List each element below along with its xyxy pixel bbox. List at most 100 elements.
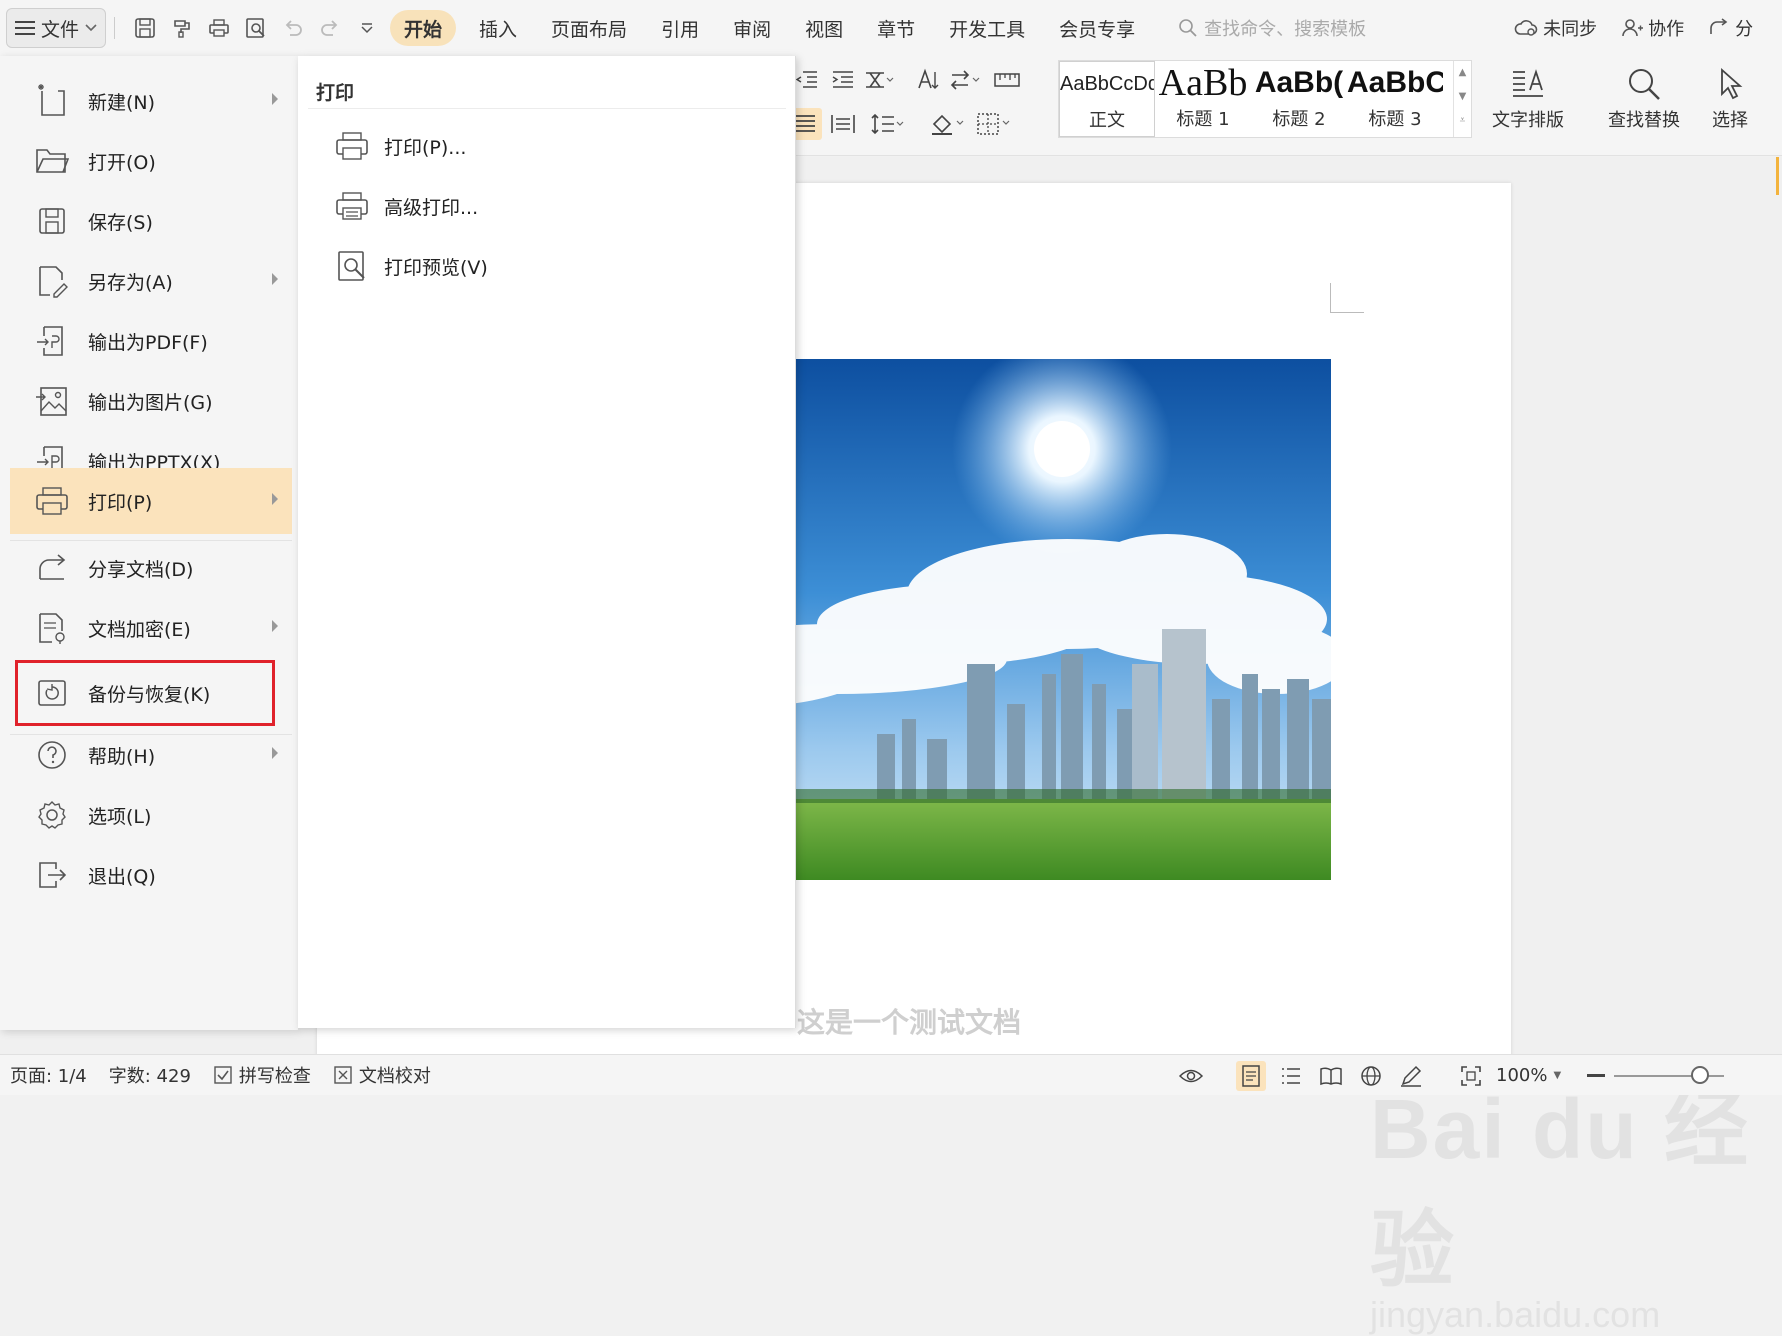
style-heading-2[interactable]: AaBb( 标题 2 (1251, 61, 1347, 137)
tab-home[interactable]: 开始 (390, 10, 457, 46)
line-spacing-icon[interactable] (870, 108, 904, 140)
print-item-preview[interactable]: 打印预览(V) (334, 242, 488, 290)
find-replace-label: 查找替换 (1608, 110, 1680, 131)
text-layout-button[interactable]: 文字排版 (1492, 62, 1564, 132)
share-label: 分 (1735, 19, 1754, 40)
menu-item-print[interactable]: 打印(P) (10, 468, 292, 534)
watermark: Bai du 经验 jingyan.baidu.com (1370, 1062, 1782, 1336)
menu-item-label: 输出为PDF(F) (88, 331, 208, 354)
print-quick-icon[interactable] (204, 13, 234, 43)
print-item-label: 高级打印... (384, 196, 479, 219)
style-sample: AaBbC (1347, 66, 1443, 99)
spell-check-button[interactable]: 拼写检查 (213, 1062, 311, 1088)
style-heading-1[interactable]: AaBb 标题 1 (1155, 61, 1251, 137)
menu-item-encrypt[interactable]: 文档加密(E) (10, 595, 292, 661)
menu-item-save-as[interactable]: 另存为(A) (10, 248, 292, 314)
print-preview-icon (334, 248, 370, 284)
file-menu-button[interactable]: 文件 (6, 8, 107, 48)
magnifier-icon (1622, 62, 1666, 106)
tab-chapter[interactable]: 章节 (860, 10, 932, 46)
menu-item-backup-restore[interactable]: 备份与恢复(K) (15, 660, 275, 726)
menu-item-label: 退出(Q) (88, 865, 156, 888)
style-name: 标题 2 (1272, 109, 1326, 130)
tab-member[interactable]: 会员专享 (1042, 10, 1152, 46)
sync-status[interactable]: 未同步 (1514, 15, 1597, 41)
tab-references[interactable]: 引用 (644, 10, 716, 46)
tab-view[interactable]: 视图 (788, 10, 860, 46)
zoom-out-icon[interactable] (1581, 1061, 1611, 1091)
collaborate-button[interactable]: 协作 (1621, 15, 1684, 41)
advanced-print-icon (334, 188, 370, 224)
gallery-scroll[interactable]: ▲ ▼ ⩡ (1453, 61, 1471, 137)
style-normal[interactable]: AaBbCcDd 正文 (1059, 61, 1155, 137)
chinese-layout-icon[interactable] (862, 64, 896, 96)
share-button[interactable]: 分 (1708, 15, 1753, 41)
web-view-icon[interactable] (1356, 1061, 1386, 1091)
style-heading-3[interactable]: AaBbC 标题 3 (1347, 61, 1443, 137)
print-item-print[interactable]: 打印(P)... (334, 122, 466, 170)
save-as-icon (30, 259, 74, 303)
submenu-arrow-icon (272, 620, 278, 632)
eye-protection-icon[interactable] (1176, 1061, 1206, 1091)
search-placeholder: 查找命令、搜索模板 (1204, 19, 1367, 40)
undo-icon[interactable] (278, 13, 308, 43)
customize-toolbar-icon[interactable] (352, 13, 382, 43)
select-button[interactable]: 选择 (1708, 62, 1752, 132)
chevron-down-icon (85, 24, 97, 32)
fit-page-icon[interactable] (1456, 1061, 1486, 1091)
outline-view-icon[interactable] (1276, 1061, 1306, 1091)
spell-check-label: 拼写检查 (238, 1066, 311, 1087)
menu-item-label: 分享文档(D) (88, 558, 194, 581)
printer-icon (334, 128, 370, 164)
save-icon[interactable] (130, 13, 160, 43)
word-count[interactable]: 字数: 429 (109, 1062, 191, 1088)
doc-proof-label: 文档校对 (358, 1066, 431, 1087)
borders-icon[interactable] (976, 108, 1010, 140)
view-controls: 100% ▼ (1176, 1055, 1611, 1096)
zoom-level[interactable]: 100% ▼ (1496, 1065, 1561, 1086)
separator (114, 17, 116, 39)
text-direction-icon[interactable] (948, 64, 982, 96)
user-plus-icon (1621, 18, 1644, 38)
redo-icon[interactable] (315, 13, 345, 43)
print-item-label: 打印(P)... (384, 136, 467, 159)
menu-item-help[interactable]: 帮助(H) (10, 722, 292, 788)
pen-annotate-icon[interactable] (1396, 1061, 1426, 1091)
indent-increase-icon[interactable] (826, 64, 860, 96)
ruler-tab-icon[interactable] (990, 64, 1024, 96)
menu-item-open[interactable]: 打开(O) (10, 128, 292, 194)
chevron-up-icon[interactable]: ▲ (1454, 61, 1471, 85)
page-indicator[interactable]: 页面: 1/4 (10, 1062, 87, 1088)
find-replace-button[interactable]: 查找替换 (1608, 62, 1680, 132)
style-gallery: AaBbCcDd 正文 AaBb 标题 1 AaBb( 标题 2 AaBbC 标… (1058, 60, 1472, 138)
sort-icon[interactable] (910, 64, 944, 96)
reading-view-icon[interactable] (1316, 1061, 1346, 1091)
gallery-expand-icon[interactable]: ⩡ (1454, 109, 1471, 133)
distributed-align-icon[interactable] (826, 108, 860, 140)
tab-developer[interactable]: 开发工具 (932, 10, 1042, 46)
menu-item-new[interactable]: 新建(N) (10, 68, 292, 134)
command-search[interactable]: 查找命令、搜索模板 (1178, 15, 1366, 41)
shading-icon[interactable] (930, 108, 964, 140)
menu-item-export-pdf[interactable]: 输出为PDF(F) (10, 308, 292, 374)
cloud-sync-icon (1514, 18, 1538, 38)
help-icon (30, 733, 74, 777)
format-painter-icon[interactable] (167, 13, 197, 43)
menu-item-export-image[interactable]: 输出为图片(G) (10, 368, 292, 434)
style-sample: AaBbCcDd (1060, 73, 1154, 95)
print-item-label: 打印预览(V) (384, 256, 488, 279)
menu-item-options[interactable]: 选项(L) (10, 782, 292, 848)
tab-insert[interactable]: 插入 (462, 10, 534, 46)
doc-proof-button[interactable]: 文档校对 (333, 1062, 431, 1088)
zoom-slider-thumb[interactable] (1690, 1066, 1709, 1084)
menu-item-exit[interactable]: 退出(Q) (10, 842, 292, 908)
menu-item-share[interactable]: 分享文档(D) (10, 535, 292, 601)
document-body-text[interactable]: 这是一个测试文档 (797, 1001, 1021, 1041)
page-view-icon[interactable] (1236, 1060, 1266, 1091)
print-preview-quick-icon[interactable] (241, 13, 271, 43)
chevron-down-icon[interactable]: ▼ (1454, 85, 1471, 109)
tab-review[interactable]: 审阅 (716, 10, 788, 46)
menu-item-save[interactable]: 保存(S) (10, 188, 292, 254)
print-item-advanced[interactable]: 高级打印... (334, 182, 478, 230)
tab-page-layout[interactable]: 页面布局 (534, 10, 644, 46)
